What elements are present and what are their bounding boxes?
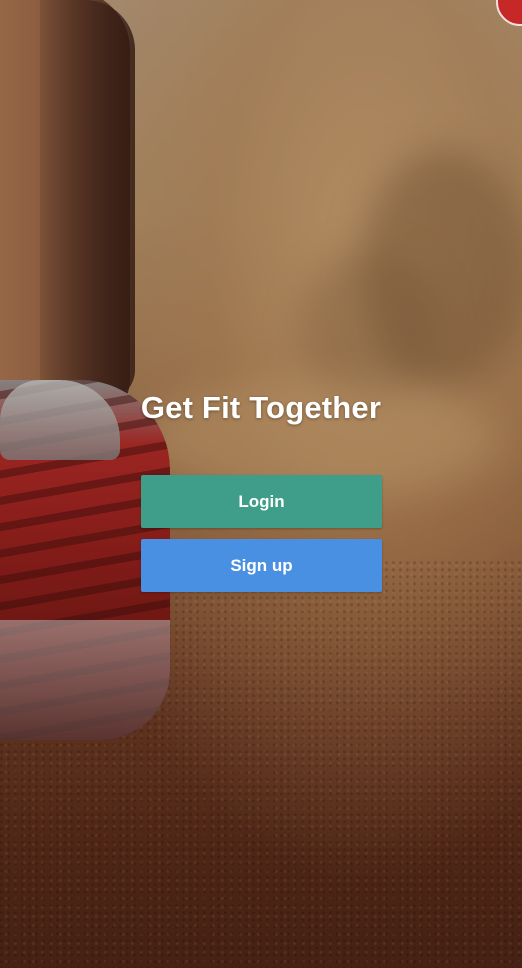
welcome-screen: Get Fit Together Login Sign up <box>0 0 522 968</box>
login-button[interactable]: Login <box>141 475 382 528</box>
app-tagline: Get Fit Together <box>140 390 382 425</box>
welcome-content: Get Fit Together Login Sign up <box>0 0 522 968</box>
signup-button[interactable]: Sign up <box>141 539 382 592</box>
